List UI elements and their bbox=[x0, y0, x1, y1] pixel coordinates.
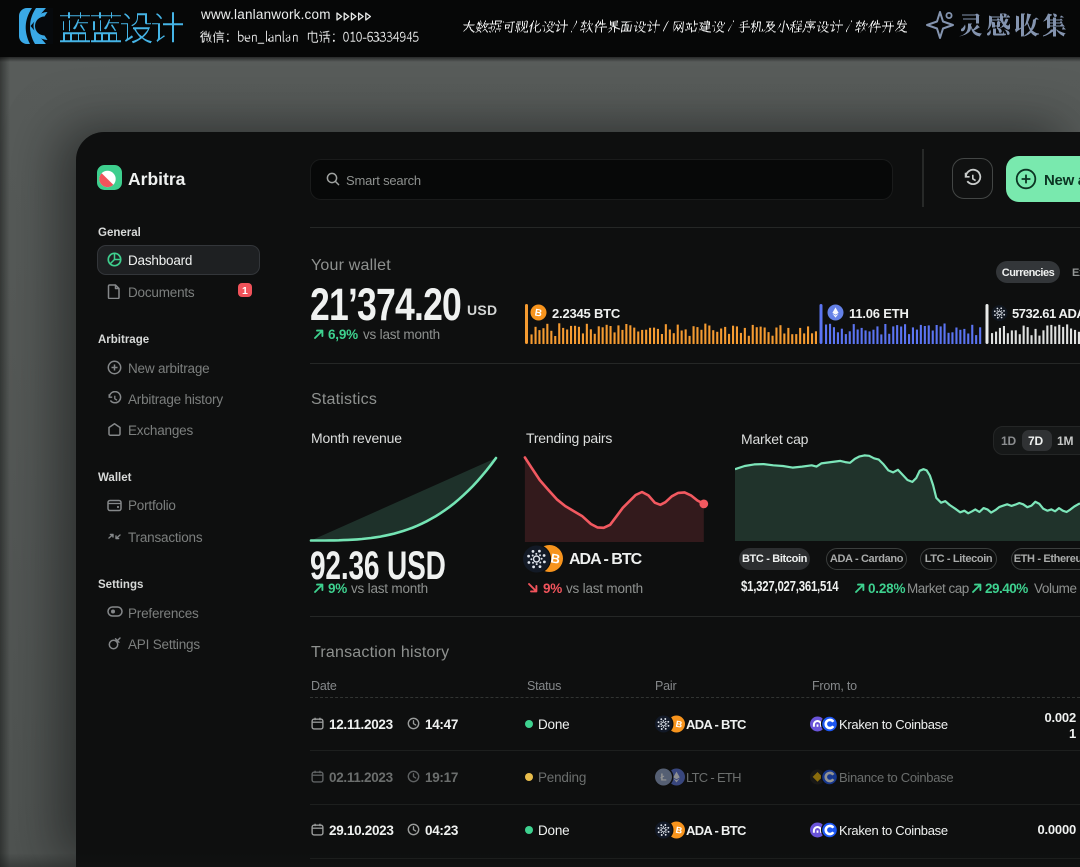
svg-text:Ł: Ł bbox=[660, 773, 666, 784]
